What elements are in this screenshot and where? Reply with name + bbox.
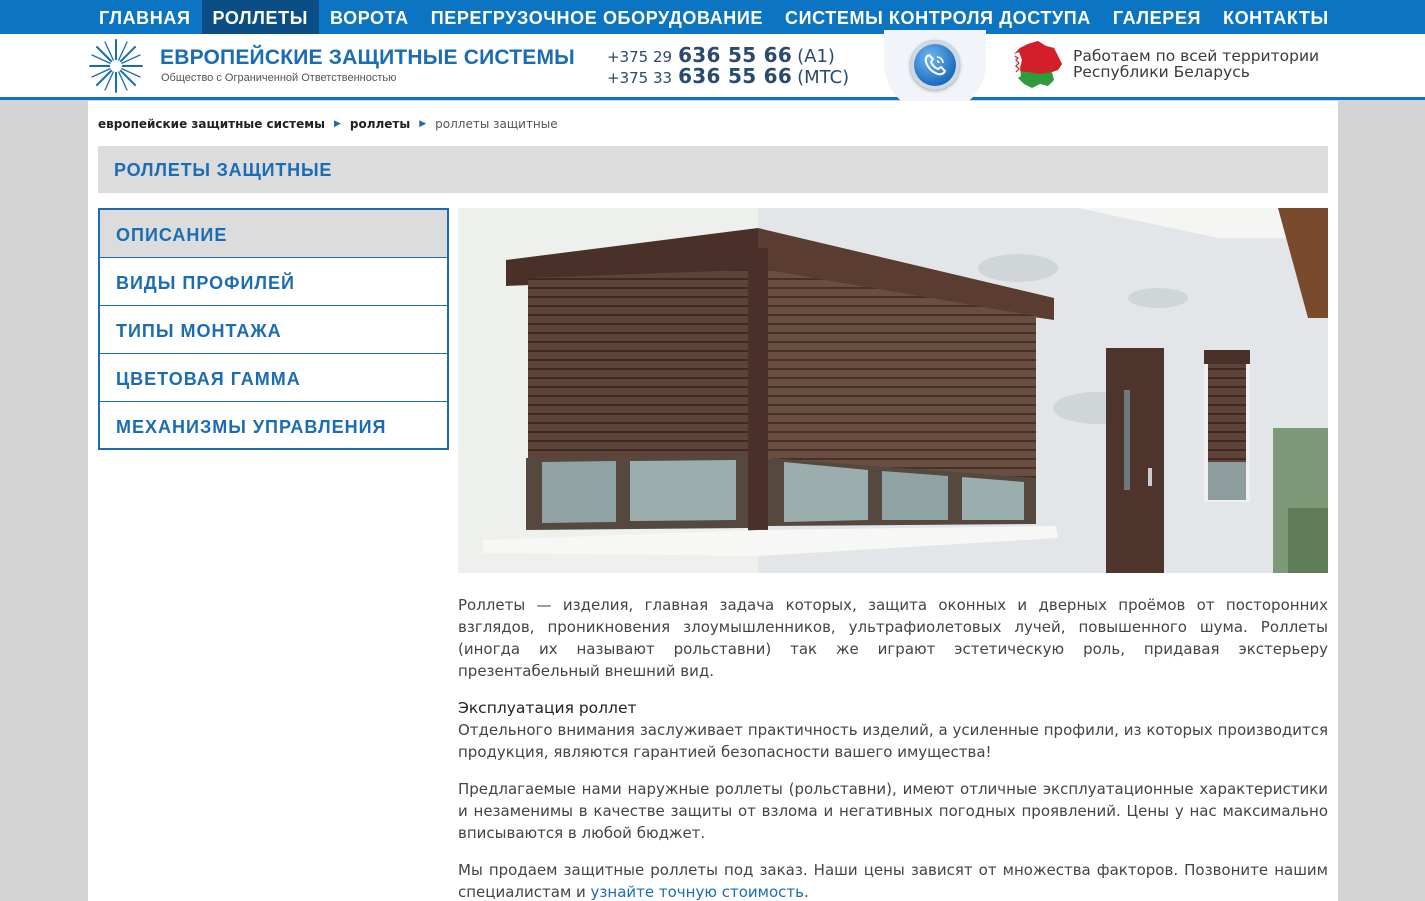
nav-item-access-control[interactable]: СИСТЕМЫ КОНТРОЛЯ ДОСТУПА	[774, 0, 1102, 34]
breadcrumb: европейские защитные системы ▶ роллеты ▶…	[98, 117, 558, 131]
belarus-map-icon	[1014, 41, 1062, 88]
article-paragraph: Роллеты — изделия, главная задача которы…	[458, 596, 1328, 680]
coverage-line-1: Работаем по всей территории	[1073, 47, 1320, 65]
article-content: Роллеты — изделия, главная задача которы…	[458, 594, 1328, 901]
phone-line-mts[interactable]: +375 33 636 55 66 (MTC)	[607, 64, 850, 88]
phone-operator: (A1)	[797, 46, 835, 67]
side-menu-item-control-mechanisms[interactable]: МЕХАНИЗМЫ УПРАВЛЕНИЯ	[100, 402, 447, 448]
get-exact-price-link[interactable]: узнайте точную стоимость	[591, 883, 804, 901]
side-menu-item-description[interactable]: ОПИСАНИЕ	[100, 210, 447, 258]
phone-numbers: +375 29 636 55 66 (A1) +375 33 636 55 66…	[607, 43, 850, 88]
breadcrumb-section[interactable]: роллеты	[350, 117, 410, 131]
breadcrumb-separator-icon: ▶	[419, 119, 427, 129]
top-nav-items: ГЛАВНАЯ РОЛЛЕТЫ ВОРОТА ПЕРЕГРУЗОЧНОЕ ОБО…	[88, 0, 1340, 34]
nav-item-contacts[interactable]: КОНТАКТЫ	[1212, 0, 1340, 34]
phone-prefix: +375 29	[607, 48, 673, 66]
phone-icon	[924, 54, 946, 76]
top-navigation: ГЛАВНАЯ РОЛЛЕТЫ ВОРОТА ПЕРЕГРУЗОЧНОЕ ОБО…	[0, 0, 1425, 34]
breadcrumb-separator-icon: ▶	[333, 119, 341, 129]
article-paragraph-cta: Мы продаем защитные роллеты под заказ. Н…	[458, 859, 1328, 901]
nav-item-rollets[interactable]: РОЛЛЕТЫ	[201, 0, 319, 34]
phone-prefix: +375 33	[607, 69, 673, 87]
cta-text: Мы продаем защитные роллеты под заказ. Н…	[458, 861, 1328, 901]
article-paragraph: Предлагаемые нами наружные роллеты (роль…	[458, 780, 1328, 842]
breadcrumb-home[interactable]: европейские защитные системы	[98, 117, 325, 131]
cta-end: .	[803, 883, 809, 901]
site-header: ЕВРОПЕЙСКИЕ ЗАЩИТНЫЕ СИСТЕМЫ Общество с …	[0, 30, 1425, 114]
nav-item-home[interactable]: ГЛАВНАЯ	[88, 0, 202, 34]
page-title: РОЛЛЕТЫ ЗАЩИТНЫЕ	[114, 160, 333, 180]
side-menu-item-color-range[interactable]: ЦВЕТОВАЯ ГАММА	[100, 354, 447, 402]
logo-subtitle: Общество с Ограниченной Ответственностью	[161, 72, 397, 84]
nav-item-gates[interactable]: ВОРОТА	[319, 0, 420, 34]
coverage-note: Работаем по всей территории Республики Б…	[1073, 48, 1319, 80]
logo-title[interactable]: ЕВРОПЕЙСКИЕ ЗАЩИТНЫЕ СИСТЕМЫ	[160, 46, 575, 70]
side-menu: ОПИСАНИЕ ВИДЫ ПРОФИЛЕЙ ТИПЫ МОНТАЖА ЦВЕТ…	[98, 208, 449, 450]
nav-item-loading-equipment[interactable]: ПЕРЕГРУЗОЧНОЕ ОБОРУДОВАНИЕ	[420, 0, 774, 34]
breadcrumb-current: роллеты защитные	[435, 117, 558, 131]
coverage-line-2: Республики Беларусь	[1073, 63, 1250, 81]
phone-line-a1[interactable]: +375 29 636 55 66 (A1)	[607, 43, 849, 67]
page-title-bar: РОЛЛЕТЫ ЗАЩИТНЫЕ	[98, 146, 1328, 193]
logo-icon[interactable]	[88, 38, 144, 94]
side-menu-item-profile-types[interactable]: ВИДЫ ПРОФИЛЕЙ	[100, 258, 447, 306]
article-paragraph: Отдельного внимания заслуживает практичн…	[458, 721, 1328, 761]
side-menu-item-mounting-types[interactable]: ТИПЫ МОНТАЖА	[100, 306, 447, 354]
phone-operator: (MTC)	[797, 67, 850, 88]
phone-number: 636 55 66	[678, 64, 793, 88]
nav-item-gallery[interactable]: ГАЛЕРЕЯ	[1102, 0, 1212, 34]
section-heading-exploitation: Эксплуатация роллет	[458, 699, 637, 717]
call-button[interactable]	[910, 40, 960, 90]
hero-image-rolling-shutters	[458, 208, 1328, 573]
